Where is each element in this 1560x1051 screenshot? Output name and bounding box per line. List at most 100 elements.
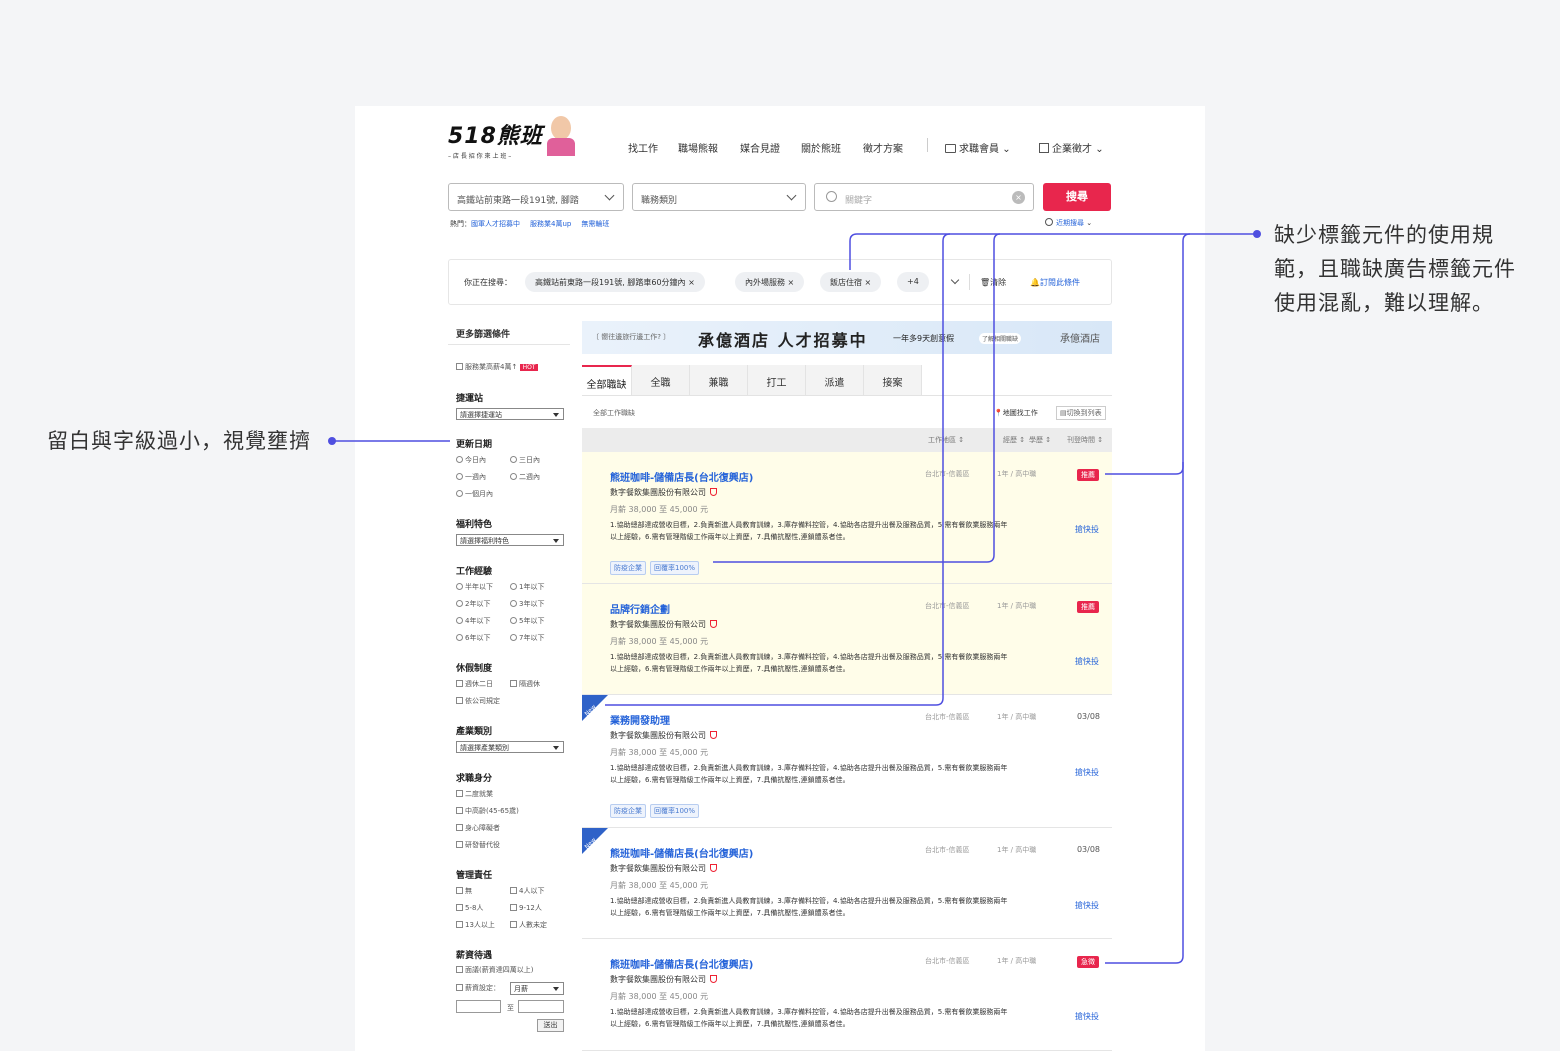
identity-option[interactable]: 身心障礙者 — [456, 823, 500, 833]
job-card[interactable]: 熊班咖啡-儲備店長(台北復興店) 數字餐飲集團股份有限公司 月薪 38,000 … — [582, 939, 1112, 1051]
radio[interactable] — [456, 617, 463, 624]
header-exp[interactable]: 經歷 ↕ — [1003, 435, 1025, 445]
checkbox[interactable] — [456, 966, 463, 973]
checkbox[interactable] — [510, 680, 517, 687]
company-menu[interactable]: 企業徵才 ⌄ — [1039, 140, 1104, 155]
experience-option[interactable]: 半年以下 — [456, 582, 493, 592]
salary-min-input[interactable] — [456, 1000, 501, 1013]
tab-parttime[interactable]: 兼職 — [690, 365, 748, 396]
nav-news[interactable]: 職場熊報 — [678, 140, 718, 155]
header-location[interactable]: 工作地區 ↕ — [928, 435, 964, 445]
hot-link-no-shift[interactable]: 無需輪班 — [581, 220, 609, 228]
radio[interactable] — [510, 600, 517, 607]
radio[interactable] — [456, 490, 463, 497]
checkbox[interactable] — [456, 921, 463, 928]
header-edu[interactable]: 學歷 ↕ — [1029, 435, 1051, 445]
member-menu[interactable]: 求職會員 ⌄ — [945, 140, 1011, 155]
radio[interactable] — [456, 600, 463, 607]
nav-match[interactable]: 媒合見證 — [740, 140, 780, 155]
quick-apply-link[interactable]: 搶快投 — [1075, 656, 1099, 667]
salary-set-option[interactable]: 薪資設定： — [456, 983, 500, 993]
radio[interactable] — [456, 456, 463, 463]
hot-link-40k[interactable]: 服務業4萬up — [530, 220, 571, 228]
experience-option[interactable]: 5年以下 — [510, 616, 544, 626]
manage-option[interactable]: 人數未定 — [510, 920, 547, 930]
radio[interactable] — [456, 583, 463, 590]
checkbox[interactable] — [456, 887, 463, 894]
clear-icon[interactable]: × — [1012, 191, 1025, 204]
job-title[interactable]: 熊班咖啡-儲備店長(台北復興店) — [610, 469, 753, 484]
update-option[interactable]: 一個月內 — [456, 489, 493, 499]
job-card[interactable]: New 業務開發助理 數字餐飲集團股份有限公司 月薪 38,000 至 45,0… — [582, 695, 1112, 828]
identity-option[interactable]: 中高齡(45-65歲) — [456, 806, 519, 816]
radio[interactable] — [510, 583, 517, 590]
filter-welfare-title[interactable]: 福利特色 — [456, 517, 492, 530]
close-icon[interactable]: × — [788, 278, 795, 287]
job-title[interactable]: 熊班咖啡-儲備店長(台北復興店) — [610, 845, 753, 860]
checkbox[interactable] — [456, 824, 463, 831]
subscribe-button[interactable]: 🔔訂閱此條件 — [1030, 277, 1080, 288]
filter-industry-title[interactable]: 產業類別 — [456, 724, 492, 737]
nav-about[interactable]: 關於熊班 — [801, 140, 841, 155]
job-card[interactable]: 品牌行銷企劃 數字餐飲集團股份有限公司 月薪 38,000 至 45,000 元… — [582, 584, 1112, 695]
clear-button[interactable]: 🗑清除 — [980, 277, 1006, 288]
metro-select[interactable]: 請選擇捷運站 — [456, 408, 564, 420]
radio[interactable] — [456, 634, 463, 641]
chip-more[interactable]: +4 — [897, 272, 929, 292]
manage-option[interactable]: 4人以下 — [510, 886, 544, 896]
chip-hotel[interactable]: 飯店住宿 × — [820, 272, 882, 292]
salary-submit-button[interactable]: 送出 — [537, 1019, 564, 1032]
experience-option[interactable]: 3年以下 — [510, 599, 544, 609]
filter-experience-title[interactable]: 工作經驗 — [456, 564, 492, 577]
close-icon[interactable]: × — [865, 278, 872, 287]
checkbox[interactable] — [456, 841, 463, 848]
location-select[interactable]: 高鐵站前東路一段191號, 腳踏 — [448, 183, 624, 211]
tab-freelance[interactable]: 接案 — [864, 365, 922, 396]
checkbox[interactable] — [456, 680, 463, 687]
manage-option[interactable]: 9-12人 — [510, 903, 542, 913]
quick-apply-link[interactable]: 搶快投 — [1075, 1011, 1099, 1022]
company-name[interactable]: 數字餐飲集團股份有限公司 — [610, 619, 717, 630]
holiday-option[interactable]: 週休二日 — [456, 679, 493, 689]
salary-max-input[interactable] — [518, 1000, 564, 1013]
nav-plans[interactable]: 徵才方案 — [863, 140, 903, 155]
update-option[interactable]: 二週內 — [510, 472, 540, 482]
company-name[interactable]: 數字餐飲集團股份有限公司 — [610, 863, 717, 874]
experience-option[interactable]: 4年以下 — [456, 616, 490, 626]
category-select[interactable]: 職務類別 — [632, 183, 806, 211]
identity-option[interactable]: 二度就業 — [456, 789, 493, 799]
salary-negotiable-option[interactable]: 面議(薪資達四萬以上) — [456, 965, 533, 975]
quick-apply-link[interactable]: 搶快投 — [1075, 900, 1099, 911]
industry-select[interactable]: 請選擇產業類別 — [456, 741, 564, 753]
checkbox[interactable] — [456, 904, 463, 911]
chip-service[interactable]: 內外場服務 × — [735, 272, 805, 292]
chip-location[interactable]: 高鐵站前東路一段191號, 腳踏車60分鐘內 × — [525, 272, 705, 292]
radio[interactable] — [456, 473, 463, 480]
job-title[interactable]: 熊班咖啡-儲備店長(台北復興店) — [610, 956, 753, 971]
experience-option[interactable]: 2年以下 — [456, 599, 490, 609]
checkbox[interactable] — [456, 984, 463, 991]
job-card[interactable]: New 熊班咖啡-儲備店長(台北復興店) 數字餐飲集團股份有限公司 月薪 38,… — [582, 828, 1112, 939]
tab-fulltime[interactable]: 全職 — [632, 365, 690, 396]
identity-option[interactable]: 研發替代役 — [456, 840, 500, 850]
filter-update-title[interactable]: 更新日期 — [456, 437, 492, 450]
close-icon[interactable]: × — [688, 278, 695, 287]
job-title[interactable]: 品牌行銷企劃 — [610, 601, 670, 616]
job-card[interactable]: 熊班咖啡-儲備店長(台北復興店) 數字餐飲集團股份有限公司 月薪 38,000 … — [582, 452, 1112, 584]
company-name[interactable]: 數字餐飲集團股份有限公司 — [610, 487, 717, 498]
checkbox[interactable] — [456, 790, 463, 797]
company-name[interactable]: 數字餐飲集團股份有限公司 — [610, 974, 717, 985]
experience-option[interactable]: 6年以下 — [456, 633, 490, 643]
checkbox[interactable] — [510, 887, 517, 894]
keyword-input[interactable]: 關鍵字 × — [814, 183, 1034, 211]
filter-salary-title[interactable]: 薪資待遇 — [456, 948, 492, 961]
toggle-list-button[interactable]: ▤切換到列表 — [1056, 406, 1106, 420]
manage-option[interactable]: 5-8人 — [456, 903, 483, 913]
filter-identity-title[interactable]: 求職身分 — [456, 771, 492, 784]
update-option[interactable]: 三日內 — [510, 455, 540, 465]
quick-apply-link[interactable]: 搶快投 — [1075, 524, 1099, 535]
update-option[interactable]: 一週內 — [456, 472, 486, 482]
experience-option[interactable]: 1年以下 — [510, 582, 544, 592]
tab-all[interactable]: 全部職缺 — [582, 365, 632, 396]
radio[interactable] — [510, 473, 517, 480]
